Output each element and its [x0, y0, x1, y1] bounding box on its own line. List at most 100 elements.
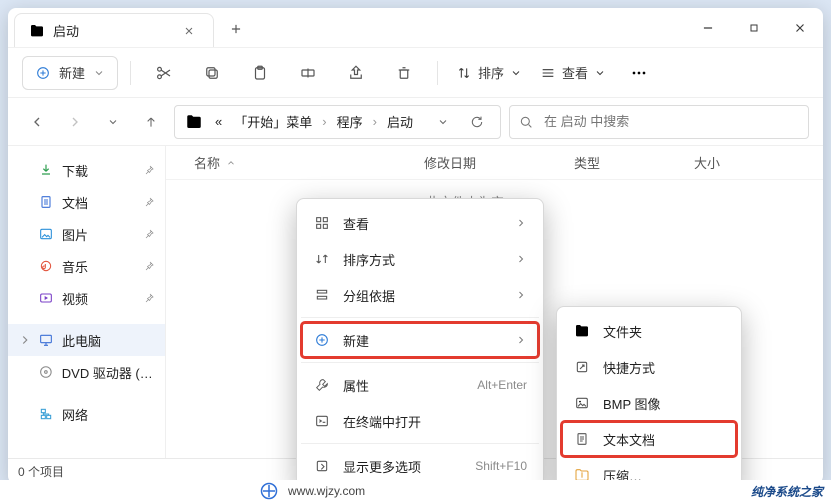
- column-modified[interactable]: 修改日期: [424, 153, 574, 172]
- paste-button[interactable]: [239, 56, 281, 90]
- trash-icon: [395, 64, 413, 82]
- submenu-item-shortcut[interactable]: 快捷方式: [561, 349, 737, 385]
- chevron-right-icon: [515, 334, 527, 346]
- submenu-label: 快捷方式: [603, 358, 655, 377]
- copy-button[interactable]: [191, 56, 233, 90]
- breadcrumb-prefix: «: [211, 112, 226, 131]
- rename-icon: [299, 64, 317, 82]
- sidebar-item-network[interactable]: 网络: [8, 398, 165, 430]
- chevron-right-icon: [515, 289, 527, 301]
- forward-button[interactable]: [60, 107, 90, 137]
- sidebar-item-this-pc[interactable]: 此电脑: [8, 324, 165, 356]
- search-box[interactable]: [509, 105, 809, 139]
- terminal-icon: [313, 413, 331, 429]
- sidebar-item-videos[interactable]: 视频: [8, 282, 165, 314]
- maximize-button[interactable]: [731, 8, 777, 48]
- minimize-button[interactable]: [685, 8, 731, 48]
- copy-icon: [203, 64, 221, 82]
- arrow-right-icon: [67, 114, 83, 130]
- chevron-down-icon: [437, 116, 449, 128]
- refresh-icon: [469, 114, 485, 130]
- expand-icon: [313, 458, 331, 474]
- menu-item-group-by[interactable]: 分组依据: [301, 277, 539, 313]
- menu-shortcut: Alt+Enter: [477, 378, 527, 392]
- breadcrumb-startup[interactable]: 启动: [383, 110, 417, 133]
- monitor-icon: [38, 332, 54, 348]
- pin-icon: [143, 292, 155, 304]
- close-button[interactable]: [777, 8, 823, 48]
- column-name[interactable]: 名称: [194, 153, 424, 172]
- download-icon: [38, 162, 54, 178]
- back-button[interactable]: [22, 107, 52, 137]
- document-icon: [38, 194, 54, 210]
- search-input[interactable]: [542, 113, 800, 130]
- menu-item-view[interactable]: 查看: [301, 205, 539, 241]
- refresh-button[interactable]: [460, 107, 494, 137]
- column-type[interactable]: 类型: [574, 153, 694, 172]
- watermark-url: www.wjzy.com: [288, 484, 365, 498]
- more-button[interactable]: [618, 56, 660, 90]
- search-icon: [518, 114, 534, 130]
- up-button[interactable]: [136, 107, 166, 137]
- sidebar-item-dvd[interactable]: DVD 驱动器 (P:): [8, 356, 165, 388]
- menu-item-properties[interactable]: 属性 Alt+Enter: [301, 367, 539, 403]
- sort-dropdown[interactable]: 排序: [450, 56, 528, 90]
- tab-strip: 启动: [8, 8, 254, 47]
- menu-label: 分组依据: [343, 286, 395, 305]
- menu-label: 显示更多选项: [343, 457, 421, 476]
- status-item-count: 0 个项目: [18, 463, 64, 480]
- plus-circle-icon: [313, 332, 331, 348]
- column-size[interactable]: 大小: [694, 153, 823, 172]
- submenu-item-bmp[interactable]: BMP 图像: [561, 385, 737, 421]
- sidebar-item-pictures[interactable]: 图片: [8, 218, 165, 250]
- column-name-label: 名称: [194, 153, 220, 172]
- pin-icon: [143, 260, 155, 272]
- cut-button[interactable]: [143, 56, 185, 90]
- sidebar-label: 网络: [62, 405, 88, 424]
- tab-close-button[interactable]: [179, 21, 199, 41]
- watermark-bar: www.wjzy.com 纯净系统之家: [0, 480, 831, 502]
- menu-item-more-options[interactable]: 显示更多选项 Shift+F10: [301, 448, 539, 484]
- new-button-label: 新建: [59, 63, 85, 82]
- sidebar-item-downloads[interactable]: 下载: [8, 154, 165, 186]
- menu-item-sort-by[interactable]: 排序方式: [301, 241, 539, 277]
- view-label: 查看: [562, 63, 588, 82]
- rename-button[interactable]: [287, 56, 329, 90]
- view-dropdown[interactable]: 查看: [534, 56, 612, 90]
- sidebar-item-documents[interactable]: 文档: [8, 186, 165, 218]
- chevron-right-icon[interactable]: [18, 333, 32, 347]
- submenu-item-folder[interactable]: 文件夹: [561, 313, 737, 349]
- breadcrumb-start-menu[interactable]: 「开始」菜单: [230, 110, 316, 133]
- chevron-down-icon: [107, 116, 119, 128]
- sidebar-label: 音乐: [62, 257, 88, 276]
- sidebar-label: DVD 驱动器 (P:): [62, 363, 155, 382]
- address-dropdown[interactable]: [426, 107, 460, 137]
- breadcrumb-separator: ›: [371, 114, 379, 129]
- address-bar[interactable]: « 「开始」菜单 › 程序 › 启动: [174, 105, 501, 139]
- chevron-down-icon: [93, 67, 105, 79]
- sidebar-label: 文档: [62, 193, 88, 212]
- pin-icon: [143, 164, 155, 176]
- image-icon: [573, 395, 591, 411]
- breadcrumb-separator: ›: [320, 114, 328, 129]
- folder-icon: [573, 323, 591, 339]
- folder-icon: [185, 113, 203, 131]
- sidebar-item-music[interactable]: 音乐: [8, 250, 165, 282]
- delete-button[interactable]: [383, 56, 425, 90]
- breadcrumb-programs[interactable]: 程序: [333, 110, 367, 133]
- share-button[interactable]: [335, 56, 377, 90]
- sidebar-label: 图片: [62, 225, 88, 244]
- menu-item-open-terminal[interactable]: 在终端中打开: [301, 403, 539, 439]
- arrow-up-icon: [143, 114, 159, 130]
- scissors-icon: [155, 64, 173, 82]
- chevron-right-icon: [515, 217, 527, 229]
- tab-active[interactable]: 启动: [14, 13, 214, 47]
- menu-item-new[interactable]: 新建: [301, 322, 539, 358]
- new-button[interactable]: 新建: [22, 56, 118, 90]
- history-chevron[interactable]: [98, 107, 128, 137]
- group-icon: [313, 287, 331, 303]
- separator: [437, 61, 438, 85]
- submenu-item-text-document[interactable]: 文本文档: [561, 421, 737, 457]
- new-tab-button[interactable]: [218, 11, 254, 47]
- network-icon: [38, 406, 54, 422]
